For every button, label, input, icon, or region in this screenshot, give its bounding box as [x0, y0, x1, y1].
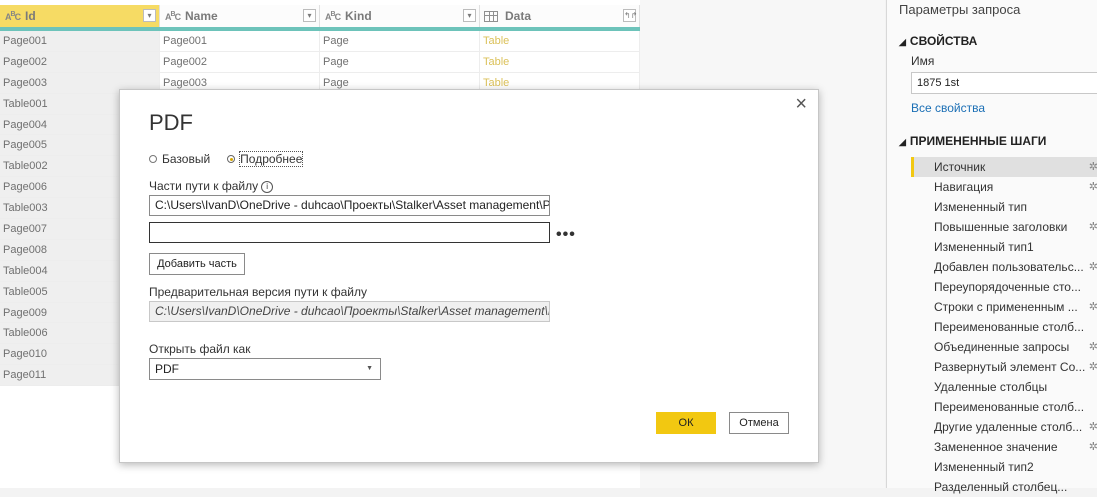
applied-step[interactable]: Переименованные столб...: [911, 397, 1097, 417]
section-label: СВОЙСТВА: [909, 34, 978, 48]
preview-label: Предварительная версия пути к файлу: [149, 285, 368, 299]
applied-step[interactable]: Переименованные столб...: [911, 317, 1097, 337]
applied-step-label: Переупорядоченные сто...: [934, 280, 1081, 294]
applied-step[interactable]: Развернутый элемент Co... ✲: [911, 357, 1097, 377]
section-label: ПРИМЕНЕННЫЕ ШАГИ: [909, 134, 1047, 148]
applied-step[interactable]: Добавлен пользовательс... ✲: [911, 257, 1097, 277]
radio-advanced-label[interactable]: Подробнее: [239, 151, 304, 167]
open-as-select[interactable]: PDF ▼: [149, 358, 381, 380]
path-part-input-2[interactable]: [149, 222, 550, 243]
open-as-label: Открыть файл как: [149, 342, 251, 356]
applied-step-label: Добавлен пользовательс...: [934, 260, 1084, 274]
applied-step-label: Удаленные столбцы: [934, 380, 1048, 394]
info-icon[interactable]: i: [261, 180, 274, 193]
applied-steps-list: Источник ✲ Навигация ✲ Измененный тип Повышен…: [911, 157, 1097, 497]
applied-step[interactable]: Удаленные столбцы: [911, 377, 1097, 397]
gear-icon[interactable]: ✲: [1089, 177, 1097, 197]
applied-step-label: Измененный тип2: [934, 460, 1034, 474]
gear-icon[interactable]: ✲: [1089, 217, 1097, 237]
query-settings-pane: Параметры запроса ◢ СВОЙСТВА Имя 1875 1st…: [886, 0, 1097, 494]
applied-step-label: Источник: [934, 160, 986, 174]
applied-step-label: Строки с примененным ...: [934, 300, 1078, 314]
add-part-button[interactable]: Добавить часть: [149, 253, 245, 275]
properties-section-header[interactable]: ◢ СВОЙСТВА: [899, 34, 977, 48]
applied-step-label: Навигация: [934, 180, 994, 194]
radio-advanced[interactable]: [227, 155, 236, 163]
pdf-dialog: PDF × Базовый Подробнее Части пути к фай…: [119, 89, 819, 463]
applied-step[interactable]: Замененное значение ✲: [911, 437, 1097, 457]
radio-basic[interactable]: [149, 155, 157, 163]
applied-step-label: Объединенные запросы: [934, 340, 1070, 354]
applied-step-label: Измененный тип: [934, 200, 1027, 214]
applied-step[interactable]: Строки с примененным ... ✲: [911, 297, 1097, 317]
applied-step-label: Переименованные столб...: [934, 400, 1085, 414]
applied-step[interactable]: Разделенный столбец...: [911, 477, 1097, 497]
cancel-button[interactable]: Отмена: [729, 412, 789, 434]
name-label: Имя: [911, 54, 935, 68]
applied-step[interactable]: Навигация ✲: [911, 177, 1097, 197]
collapse-triangle-icon: ◢: [899, 137, 906, 147]
radio-basic-label[interactable]: Базовый: [162, 152, 210, 166]
pane-title: Параметры запроса: [899, 2, 1021, 17]
applied-step-label: Повышенные заголовки: [934, 220, 1068, 234]
applied-step-label: Развернутый элемент Co...: [934, 360, 1086, 374]
applied-step[interactable]: Другие удаленные столб... ✲: [911, 417, 1097, 437]
gear-icon[interactable]: ✲: [1089, 257, 1097, 277]
gear-icon[interactable]: ✲: [1089, 357, 1097, 377]
applied-step[interactable]: Переупорядоченные сто...: [911, 277, 1097, 297]
collapse-triangle-icon: ◢: [899, 37, 906, 47]
close-icon[interactable]: ×: [795, 93, 807, 116]
applied-step[interactable]: Повышенные заголовки ✲: [911, 217, 1097, 237]
applied-step[interactable]: Измененный тип1: [911, 237, 1097, 257]
ok-button[interactable]: ОК: [656, 412, 716, 434]
all-properties-link[interactable]: Все свойства: [911, 101, 985, 115]
gear-icon[interactable]: ✲: [1089, 437, 1097, 457]
open-as-value: PDF: [155, 362, 179, 376]
gear-icon[interactable]: ✲: [1089, 157, 1097, 177]
applied-step[interactable]: Измененный тип2: [911, 457, 1097, 477]
path-preview-field: C:\Users\IvanD\OneDrive - duhcao\Проекты…: [149, 301, 550, 322]
gear-icon[interactable]: ✲: [1089, 297, 1097, 317]
dialog-title: PDF: [149, 110, 193, 135]
applied-step[interactable]: Объединенные запросы ✲: [911, 337, 1097, 357]
more-options-icon[interactable]: •••: [556, 226, 576, 244]
gear-icon[interactable]: ✲: [1089, 337, 1097, 357]
path-parts-label: Части пути к файлу i: [149, 179, 274, 193]
applied-step[interactable]: Источник ✲: [911, 157, 1097, 177]
mode-radio-group: Базовый Подробнее: [149, 151, 319, 167]
query-name-input[interactable]: 1875 1st: [911, 72, 1097, 94]
applied-step-label: Другие удаленные столб...: [934, 420, 1083, 434]
applied-step[interactable]: Измененный тип: [911, 197, 1097, 217]
chevron-down-icon: ▼: [366, 365, 373, 372]
applied-step-label: Разделенный столбец...: [934, 480, 1068, 494]
applied-steps-section-header[interactable]: ◢ ПРИМЕНЕННЫЕ ШАГИ: [899, 134, 1046, 148]
path-parts-label-text: Части пути к файлу: [149, 179, 259, 193]
path-part-input-1[interactable]: C:\Users\IvanD\OneDrive - duhcao\Проекты…: [149, 195, 550, 216]
applied-step-label: Измененный тип1: [934, 240, 1034, 254]
applied-step-label: Переименованные столб...: [934, 320, 1085, 334]
applied-step-label: Замененное значение: [934, 440, 1058, 454]
gear-icon[interactable]: ✲: [1089, 417, 1097, 437]
